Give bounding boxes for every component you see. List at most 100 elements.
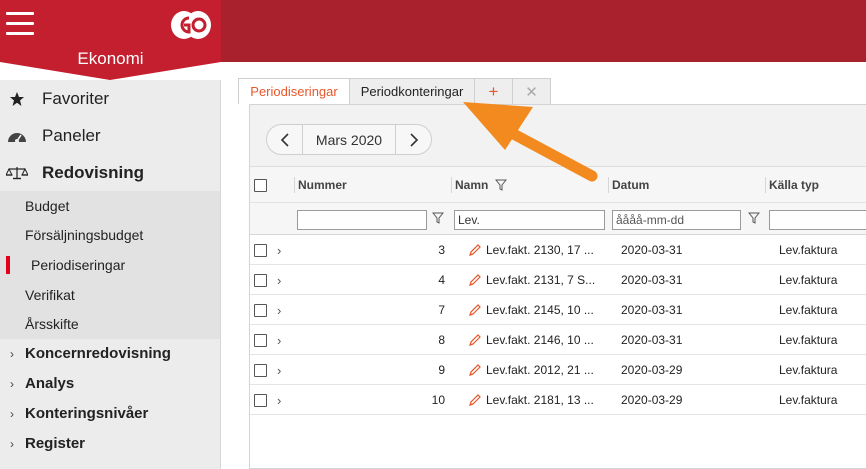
row-number: 9 — [438, 363, 445, 377]
row-expand-chevron-icon[interactable]: › — [277, 295, 281, 325]
nummer-filter-input[interactable] — [297, 210, 427, 230]
filter-icon[interactable] — [432, 212, 444, 224]
sidebar-item-paneler[interactable]: Paneler — [0, 117, 220, 154]
sidebar-group-koncernredovisning[interactable]: › Koncernredovisning — [0, 339, 220, 369]
sidebar-group-konteringsnivaer[interactable]: › Konteringsnivåer — [0, 399, 220, 429]
sidebar-group-label: Register — [25, 435, 86, 453]
next-period-button[interactable] — [396, 125, 431, 154]
column-header-namn[interactable]: Namn — [455, 167, 508, 203]
row-date: 2020-03-31 — [621, 273, 683, 287]
row-name: Lev.fakt. 2130, 17 ... — [486, 243, 594, 257]
sidebar-item-periodiseringar[interactable]: Periodiseringar — [0, 250, 220, 280]
row-checkbox[interactable] — [254, 333, 267, 347]
grid-panel: Mars 2020 Nummer Namn Datum Källa typ Le… — [249, 104, 866, 469]
table-row[interactable]: › 10 Lev.fakt. 2181, 13 ... 2020-03-29 Lev.f… — [250, 385, 866, 415]
row-source-type: Lev.faktura — [779, 363, 838, 377]
star-icon — [6, 90, 28, 108]
sidebar-item-budget[interactable]: Budget — [0, 191, 220, 221]
row-date: 2020-03-31 — [621, 243, 683, 257]
grid-toolbar: Mars 2020 — [250, 105, 866, 167]
row-date: 2020-03-29 — [621, 393, 683, 407]
filter-row — [250, 203, 866, 235]
filter-icon[interactable] — [748, 212, 760, 224]
sidebar: Favoriter Paneler Redovisning Budget För… — [0, 80, 221, 469]
row-source-type: Lev.faktura — [779, 393, 838, 407]
scales-icon — [6, 164, 28, 182]
column-header-kalla-typ[interactable]: Källa typ — [769, 167, 819, 203]
sidebar-group-analys[interactable]: › Analys — [0, 369, 220, 399]
row-checkbox[interactable] — [254, 363, 267, 377]
go-logo-icon — [170, 8, 212, 42]
edit-pencil-icon[interactable] — [468, 355, 482, 385]
sidebar-item-verifikat[interactable]: Verifikat — [0, 280, 220, 310]
row-source-type: Lev.faktura — [779, 303, 838, 317]
select-all-checkbox[interactable] — [254, 178, 267, 192]
previous-period-button[interactable] — [267, 125, 302, 154]
row-checkbox[interactable] — [254, 303, 267, 317]
tab-periodiseringar[interactable]: Periodiseringar — [238, 78, 350, 104]
row-expand-chevron-icon[interactable]: › — [277, 325, 281, 355]
column-header-nummer[interactable]: Nummer — [298, 167, 347, 203]
table-row[interactable]: › 7 Lev.fakt. 2145, 10 ... 2020-03-31 Lev.fa… — [250, 295, 866, 325]
sidebar-item-label: Periodiseringar — [31, 256, 126, 273]
row-expand-chevron-icon[interactable]: › — [277, 265, 281, 295]
app-title: Ekonomi — [77, 49, 144, 68]
row-checkbox[interactable] — [254, 393, 267, 407]
sidebar-item-favoriter[interactable]: Favoriter — [0, 80, 220, 117]
row-checkbox[interactable] — [254, 243, 267, 257]
add-tab-button[interactable]: + — [474, 78, 513, 104]
brand-header: Ekonomi — [0, 0, 221, 80]
table-row[interactable]: › 8 Lev.fakt. 2146, 10 ... 2020-03-31 Lev.fa… — [250, 325, 866, 355]
chevron-right-icon: › — [10, 436, 14, 451]
sidebar-item-label: Favoriter — [42, 88, 110, 108]
active-marker — [6, 256, 10, 275]
kalla-typ-filter-input[interactable] — [769, 210, 866, 230]
row-number: 4 — [438, 273, 445, 287]
tab-periodkonteringar[interactable]: Periodkonteringar — [349, 78, 475, 104]
row-expand-chevron-icon[interactable]: › — [277, 235, 281, 265]
edit-pencil-icon[interactable] — [468, 385, 482, 415]
namn-filter-input[interactable] — [454, 210, 605, 230]
sidebar-item-forsaljningsbudget[interactable]: Försäljningsbudget — [0, 221, 220, 251]
edit-pencil-icon[interactable] — [468, 325, 482, 355]
row-name: Lev.fakt. 2012, 21 ... — [486, 363, 594, 377]
chevron-right-icon: › — [10, 376, 14, 391]
table-body: › 3 Lev.fakt. 2130, 17 ... 2020-03-31 Lev.fa… — [250, 235, 866, 415]
sidebar-submenu: Budget Försäljningsbudget Periodiseringa… — [0, 191, 220, 339]
row-name: Lev.fakt. 2145, 10 ... — [486, 303, 594, 317]
row-source-type: Lev.faktura — [779, 273, 838, 287]
sidebar-group-label: Koncernredovisning — [25, 345, 171, 363]
row-number: 7 — [438, 303, 445, 317]
filter-active-icon[interactable] — [495, 179, 508, 191]
row-date: 2020-03-31 — [621, 303, 683, 317]
sidebar-group-register[interactable]: › Register — [0, 429, 220, 459]
chevron-right-icon: › — [10, 406, 14, 421]
row-checkbox[interactable] — [254, 273, 267, 287]
edit-pencil-icon[interactable] — [468, 295, 482, 325]
row-date: 2020-03-29 — [621, 363, 683, 377]
sidebar-item-label: Paneler — [42, 125, 101, 145]
table-row[interactable]: › 3 Lev.fakt. 2130, 17 ... 2020-03-31 Lev.fa… — [250, 235, 866, 265]
sidebar-item-arsskifte[interactable]: Årsskifte — [0, 309, 220, 339]
row-number: 3 — [438, 243, 445, 257]
sidebar-item-redovisning[interactable]: Redovisning — [0, 154, 220, 191]
edit-pencil-icon[interactable] — [468, 235, 482, 265]
row-source-type: Lev.faktura — [779, 333, 838, 347]
row-name: Lev.fakt. 2181, 13 ... — [486, 393, 594, 407]
sidebar-item-label: Redovisning — [42, 162, 145, 182]
table-row[interactable]: › 4 Lev.fakt. 2131, 7 S... 2020-03-31 Lev.fa… — [250, 265, 866, 295]
menu-icon[interactable] — [6, 12, 34, 36]
row-name: Lev.fakt. 2131, 7 S... — [486, 273, 596, 287]
main-content: Periodiseringar Periodkonteringar + ✕ Ma… — [221, 62, 866, 469]
close-tab-button[interactable]: ✕ — [512, 78, 551, 104]
row-source-type: Lev.faktura — [779, 243, 838, 257]
tab-bar: Periodiseringar Periodkonteringar + ✕ — [238, 78, 551, 104]
row-expand-chevron-icon[interactable]: › — [277, 385, 281, 415]
edit-pencil-icon[interactable] — [468, 265, 482, 295]
row-expand-chevron-icon[interactable]: › — [277, 355, 281, 385]
column-header-datum[interactable]: Datum — [612, 167, 649, 203]
chevron-right-icon: › — [10, 346, 14, 361]
row-date: 2020-03-31 — [621, 333, 683, 347]
table-row[interactable]: › 9 Lev.fakt. 2012, 21 ... 2020-03-29 Lev.fa… — [250, 355, 866, 385]
datum-filter-input[interactable] — [612, 210, 741, 230]
